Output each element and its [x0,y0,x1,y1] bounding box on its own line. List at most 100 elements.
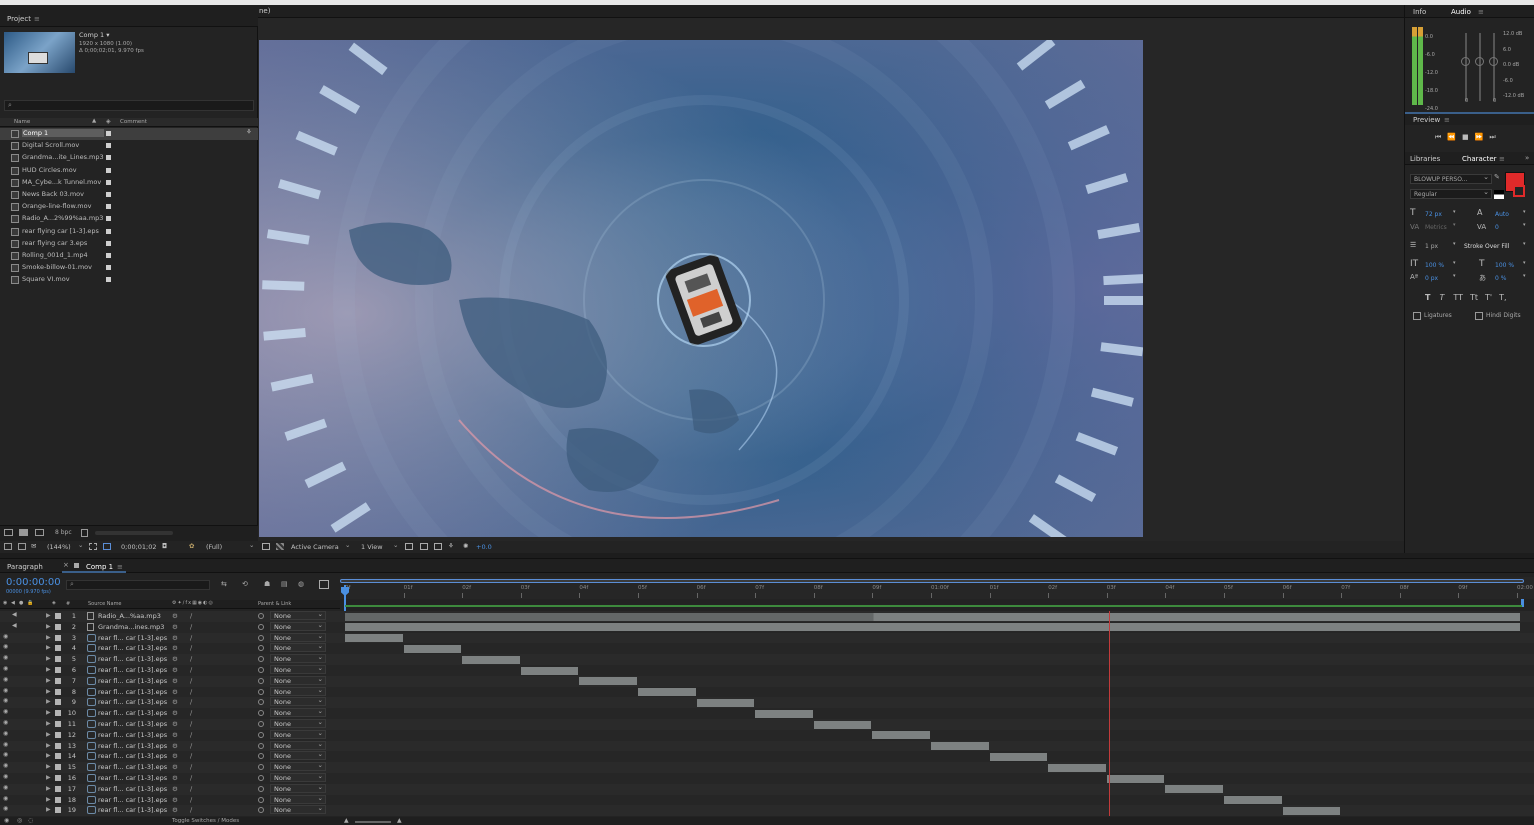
audio-knob-center[interactable] [1475,57,1484,66]
timeline-layer-row[interactable]: ◉ ▶ 10 rear fl... car [1-3].eps ⚙ ∕ None [0,707,1534,719]
eye-icon[interactable]: ◉ [3,762,10,769]
tab-info[interactable]: Info [1413,8,1426,16]
layer-duration-bar[interactable] [696,698,755,707]
layer-duration-bar[interactable] [462,655,520,664]
layer-duration-bar[interactable] [989,752,1048,761]
project-item[interactable]: rear flying car [1-3].eps [0,226,258,238]
faux-italic-button[interactable]: T [1439,293,1444,302]
eye-icon[interactable]: ◉ [3,730,10,737]
quality-switch-icon[interactable]: ∕ [190,688,192,696]
expand-arrow-icon[interactable]: ▶ [46,720,51,727]
chevron-down-icon[interactable]: ▾ [1453,222,1456,228]
pick-whip-icon[interactable] [258,807,264,814]
pick-whip-icon[interactable] [258,688,264,695]
layer-label-color[interactable] [55,710,61,717]
layer-duration-bar[interactable] [638,688,696,697]
parent-dropdown[interactable]: None [270,632,326,642]
project-item[interactable]: rear flying car 3.eps [0,238,258,250]
eye-icon[interactable]: ◉ [3,784,10,791]
shy-switch-icon[interactable]: ⚙ [172,688,178,696]
quality-switch-icon[interactable]: ∕ [190,634,192,642]
quality-switch-icon[interactable]: ∕ [190,752,192,760]
expand-arrow-icon[interactable]: ▶ [46,752,51,759]
flowchart-icon[interactable]: ⚘ [448,542,454,550]
column-source-name[interactable]: Source Name [88,601,122,607]
comp-viewport[interactable] [259,40,1143,537]
shy-switch-icon[interactable]: ⚙ [172,731,178,739]
shy-switch-icon[interactable]: ⚙ [172,623,178,631]
layer-label-color[interactable] [55,731,61,738]
current-time-indicator[interactable]: 0:00:00:00 [6,577,61,588]
quality-switch-icon[interactable]: ∕ [190,677,192,685]
quality-switch-icon[interactable]: ∕ [190,644,192,652]
layer-source-name[interactable]: rear fl... car [1-3].eps [98,774,167,782]
eye-icon[interactable]: ◉ [3,795,10,802]
exposure-icon[interactable]: ✺ [463,542,468,550]
column-name[interactable]: Name [14,119,30,125]
expand-arrow-icon[interactable]: ▶ [46,644,51,651]
layer-source-name[interactable]: rear fl... car [1-3].eps [98,655,167,663]
eye-icon[interactable]: ◉ [3,633,10,640]
magnification-dropdown[interactable]: (144%) [47,543,71,551]
fast-preview-icon[interactable] [420,543,428,550]
shy-switch-icon[interactable]: ⚙ [172,785,178,793]
toggle-pixel-icon[interactable] [405,543,413,550]
timeline-layer-row[interactable]: ◉ ▶ 18 rear fl... car [1-3].eps ⚙ ∕ None [0,794,1534,806]
shy-switch-icon[interactable]: ⚙ [172,709,178,717]
play-stop-icon[interactable]: ■ [1462,133,1475,141]
superscript-button[interactable]: T' [1485,293,1492,302]
project-item[interactable]: Rolling_001d_1.mp4 [0,250,258,262]
snapshot-icon[interactable]: ◘ [162,542,167,550]
always-preview-icon[interactable] [4,543,12,550]
in-out-toggle-icon[interactable]: ◌ [28,817,33,824]
new-folder-icon[interactable] [19,529,28,536]
audio-slider-left[interactable] [1465,33,1467,101]
shy-layers-icon[interactable]: ☗ [264,580,270,588]
pick-whip-icon[interactable] [258,721,264,727]
label-color[interactable] [106,228,111,234]
vertical-scale-value[interactable]: 100 % [1425,262,1444,269]
layer-duration-bar[interactable] [813,720,872,729]
timeline-layer-row[interactable]: ◉ ▶ 7 rear fl... car [1-3].eps ⚙ ∕ None [0,675,1534,687]
chevron-down-icon[interactable]: ▾ [1523,222,1526,228]
speaker-icon[interactable]: ◀ [12,622,17,629]
label-color[interactable] [106,192,111,197]
layer-duration-bar[interactable] [1224,796,1282,805]
shy-switch-icon[interactable]: ⚙ [172,742,178,750]
layer-switches-toggle-icon[interactable]: ◉ [4,817,9,824]
layer-duration-bar[interactable] [520,666,579,675]
eye-icon[interactable]: ◉ [3,697,10,704]
pick-whip-icon[interactable] [258,775,264,781]
project-item[interactable]: Smoke-billow-01.mov [0,262,258,274]
timeline-layer-row[interactable]: ◉ ▶ 8 rear fl... car [1-3].eps ⚙ ∕ None [0,686,1534,698]
tab-paragraph[interactable]: Paragraph [7,563,43,571]
quality-switch-icon[interactable]: ∕ [190,796,192,804]
label-color[interactable] [106,265,111,271]
small-caps-button[interactable]: Tt [1470,293,1478,302]
timeline-layer-row[interactable]: ◉ ▶ 14 rear fl... car [1-3].eps ⚙ ∕ None [0,750,1534,763]
label-color[interactable] [106,240,111,246]
speaker-icon[interactable]: ◀ [12,611,17,618]
pick-whip-icon[interactable] [258,667,264,673]
parent-dropdown[interactable]: None [270,653,326,664]
timeline-layer-row[interactable]: ◉ ▶ 11 rear fl... car [1-3].eps ⚙ ∕ None [0,718,1534,730]
label-color[interactable] [106,167,111,173]
shy-switch-icon[interactable]: ⚙ [172,774,178,782]
parent-dropdown[interactable]: None [270,621,326,631]
layer-label-color[interactable] [55,667,61,673]
label-tag-icon[interactable]: ◈ [52,600,56,606]
pick-whip-icon[interactable] [258,785,264,792]
label-color[interactable] [106,143,111,149]
audio-knob-left[interactable] [1461,57,1470,66]
eye-icon[interactable]: ◉ [3,708,10,715]
quality-switch-icon[interactable]: ∕ [190,709,192,717]
new-comp-icon[interactable] [35,529,44,536]
layer-duration-bar[interactable] [345,623,1520,632]
ligatures-checkbox[interactable] [1413,312,1421,320]
chevron-down-icon[interactable]: ▾ [1453,260,1456,266]
shy-switch-icon[interactable]: ⚙ [172,634,178,642]
solo-icon[interactable]: ● [19,600,23,606]
layer-source-name[interactable]: rear fl... car [1-3].eps [98,688,167,696]
horizontal-scale-value[interactable]: 100 % [1495,262,1514,269]
quality-switch-icon[interactable]: ∕ [190,666,192,674]
